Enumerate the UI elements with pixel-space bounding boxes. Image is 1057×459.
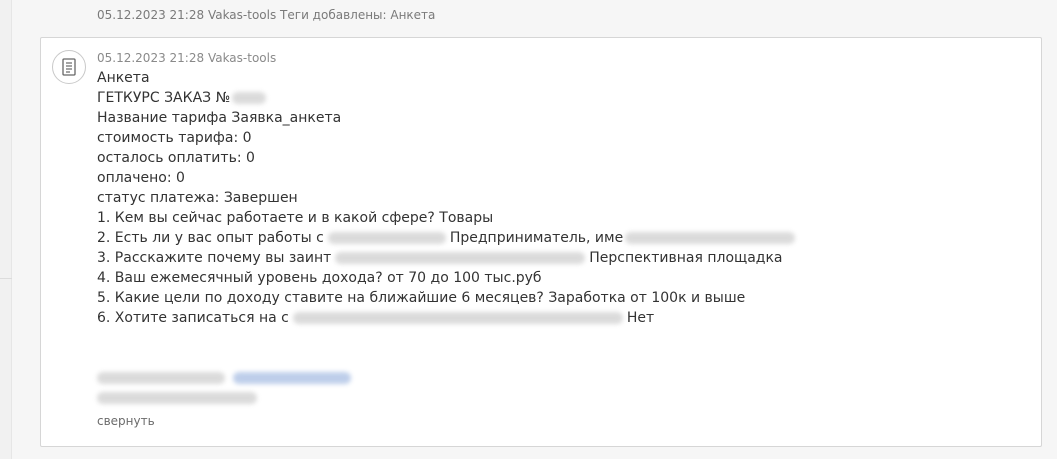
line-text: 1. Кем вы сейчас работаете и в какой сфе… — [97, 210, 494, 226]
line-text: статус платежа: Завершен — [97, 190, 298, 206]
line-text: осталось оплатить: 0 — [97, 150, 255, 166]
redacted-text — [97, 372, 225, 384]
redacted-text — [292, 312, 623, 324]
line-text: 4. Ваш ежемесячный уровень дохода? от 70… — [97, 270, 542, 286]
tag-added-event: 05.12.2023 21:28 Vakas-tools Теги добавл… — [97, 8, 435, 22]
line-text: Название тарифа Заявка_анкета — [97, 110, 342, 126]
line-text: ГЕТКУРС ЗАКАЗ № — [97, 90, 231, 106]
redacted-contacts — [97, 368, 351, 408]
document-icon-svg — [62, 58, 76, 76]
message-card: 05.12.2023 21:28 Vakas-tools Анкета ГЕТК… — [40, 37, 1042, 447]
message-body: 05.12.2023 21:28 Vakas-tools Анкета ГЕТК… — [97, 50, 1027, 328]
line-tariff: Название тарифа Заявка_анкета — [97, 108, 1027, 128]
redacted-email-link[interactable] — [233, 372, 351, 384]
line-order: ГЕТКУРС ЗАКАЗ № — [97, 88, 1027, 108]
line-question-3: 3. Расскажите почему вы заинт Перспективн… — [97, 248, 1027, 268]
activity-feed: 05.12.2023 21:28 Vakas-tools Теги добавл… — [24, 0, 1057, 459]
line-text-tail: Предприниматель, име — [449, 230, 624, 246]
event-text: Теги добавлены: Анкета — [280, 8, 436, 22]
message-timestamp: 05.12.2023 21:28 — [97, 51, 205, 65]
line-text: 6. Хотите записаться на с — [97, 310, 289, 326]
message-meta: 05.12.2023 21:28 Vakas-tools — [97, 50, 1027, 68]
line-question-1: 1. Кем вы сейчас работаете и в какой сфе… — [97, 208, 1027, 228]
line-text: 2. Есть ли у вас опыт работы с — [97, 230, 324, 246]
rail-divider — [0, 278, 12, 279]
event-author: Vakas-tools — [207, 8, 277, 22]
line-question-6: 6. Хотите записаться на с Нет — [97, 308, 1027, 328]
line-text: 5. Какие цели по доходу ставите на ближа… — [97, 290, 746, 306]
line-text-tail: Перспективная площадка — [589, 250, 783, 266]
line-text: 3. Расскажите почему вы заинт — [97, 250, 332, 266]
line-cost: стоимость тарифа: 0 — [97, 128, 1027, 148]
redacted-text — [327, 232, 446, 244]
message-author: Vakas-tools — [207, 51, 277, 65]
left-rail — [0, 0, 12, 459]
redacted-text — [625, 232, 796, 244]
line-text: Анкета — [97, 70, 150, 86]
line-text-tail: Нет — [626, 310, 655, 326]
line-text: оплачено: 0 — [97, 170, 185, 186]
redacted-text — [232, 92, 267, 104]
collapse-link[interactable]: свернуть — [97, 414, 155, 428]
contact-phone — [97, 388, 351, 408]
document-icon — [52, 50, 86, 84]
contact-name-email — [97, 368, 351, 388]
event-timestamp: 05.12.2023 21:28 — [97, 8, 205, 22]
line-paid: оплачено: 0 — [97, 168, 1027, 188]
redacted-text — [335, 252, 586, 264]
line-text: стоимость тарифа: 0 — [97, 130, 252, 146]
line-remaining: осталось оплатить: 0 — [97, 148, 1027, 168]
line-question-4: 4. Ваш ежемесячный уровень дохода? от 70… — [97, 268, 1027, 288]
line-question-5: 5. Какие цели по доходу ставите на ближа… — [97, 288, 1027, 308]
line-status: статус платежа: Завершен — [97, 188, 1027, 208]
deal-feed-page: 05.12.2023 21:28 Vakas-tools Теги добавл… — [0, 0, 1057, 459]
line-title: Анкета — [97, 68, 1027, 88]
questionnaire-text: Анкета ГЕТКУРС ЗАКАЗ № Название тарифа З… — [97, 68, 1027, 328]
redacted-text — [97, 392, 257, 404]
line-question-2: 2. Есть ли у вас опыт работы с Предприним… — [97, 228, 1027, 248]
